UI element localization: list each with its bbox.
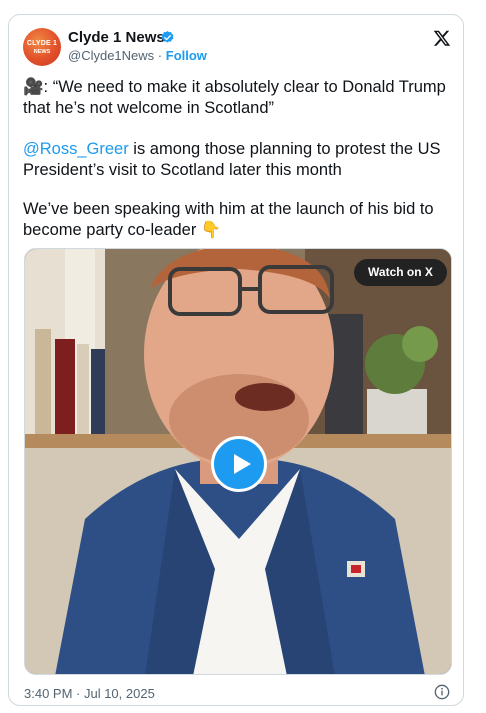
handle-row: @Clyde1News · Follow <box>68 48 207 63</box>
author-handle[interactable]: @Clyde1News <box>68 48 154 63</box>
separator: · <box>157 48 163 63</box>
play-button[interactable] <box>211 436 267 492</box>
timestamp[interactable]: 3:40 PM · Jul 10, 2025 <box>24 686 155 701</box>
x-logo-icon[interactable] <box>433 29 451 47</box>
avatar-logo-line2: NEWS <box>33 49 51 55</box>
watch-on-x-button[interactable]: Watch on X <box>354 259 447 286</box>
tweet-text-paragraph-3: We’ve been speaking with him at the laun… <box>23 200 434 239</box>
avatar-logo-line1: CLYDE 1 <box>26 40 58 47</box>
tweet-text-paragraph-1: 🎥: “We need to make it absolutely clear … <box>23 78 446 117</box>
video-player[interactable]: Watch on X <box>24 248 452 675</box>
verified-badge-icon <box>161 30 174 43</box>
tweet-text-paragraph-2: @Ross_Greer is among those planning to p… <box>23 139 455 181</box>
author-name[interactable]: Clyde 1 News <box>68 29 165 46</box>
info-icon[interactable] <box>434 684 450 700</box>
follow-button[interactable]: Follow <box>166 48 207 63</box>
tweet-card[interactable]: CLYDE 1 NEWS Clyde 1 News @Clyde1News · … <box>8 14 464 706</box>
mention-link[interactable]: @Ross_Greer <box>23 140 129 158</box>
play-icon <box>234 454 251 474</box>
avatar[interactable]: CLYDE 1 NEWS <box>23 28 61 66</box>
